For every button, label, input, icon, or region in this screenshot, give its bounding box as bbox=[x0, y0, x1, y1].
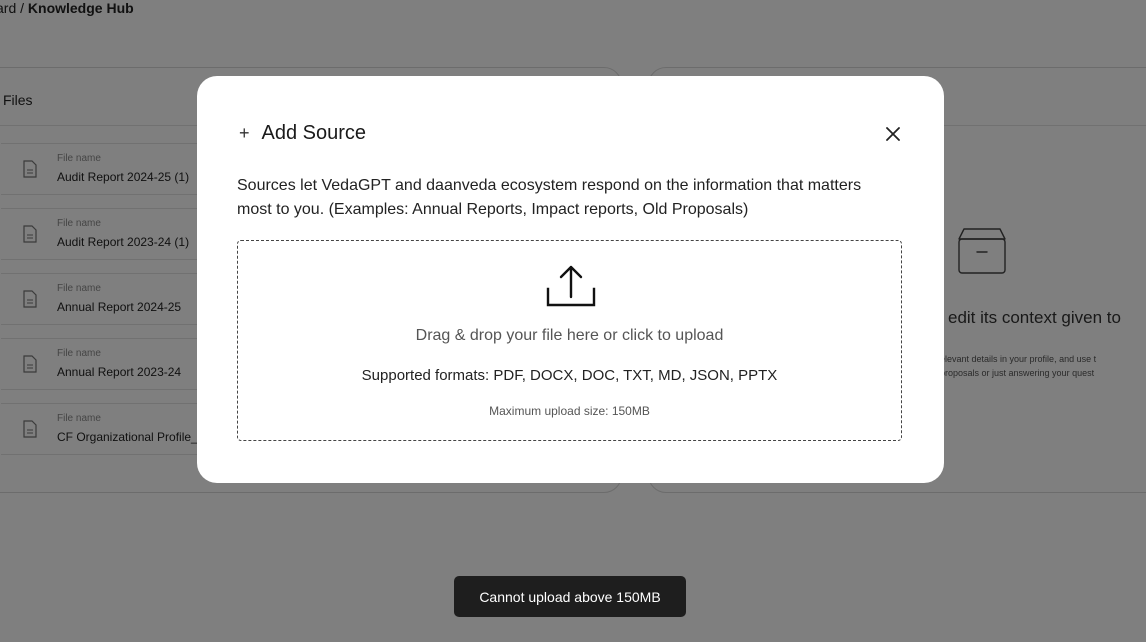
error-toast: Cannot upload above 150MB bbox=[454, 576, 686, 617]
add-source-modal: + Add Source Sources let VedaGPT and daa… bbox=[197, 76, 944, 483]
upload-icon bbox=[546, 265, 596, 307]
file-dropzone[interactable]: Drag & drop your file here or click to u… bbox=[237, 240, 902, 441]
modal-title-text: Add Source bbox=[261, 122, 367, 144]
plus-icon: + bbox=[239, 123, 250, 143]
supported-formats-text: Supported formats: PDF, DOCX, DOC, TXT, … bbox=[361, 367, 778, 384]
knowledge-hub-page: ard / Knowledge Hub Files File name Audi… bbox=[0, 0, 1146, 642]
close-icon[interactable] bbox=[885, 126, 901, 142]
modal-description: Sources let VedaGPT and daanveda ecosyst… bbox=[237, 177, 862, 218]
max-upload-size-text: Maximum upload size: 150MB bbox=[489, 404, 650, 418]
dropzone-instruction: Drag & drop your file here or click to u… bbox=[415, 327, 724, 344]
modal-title: + Add Source bbox=[239, 122, 366, 145]
